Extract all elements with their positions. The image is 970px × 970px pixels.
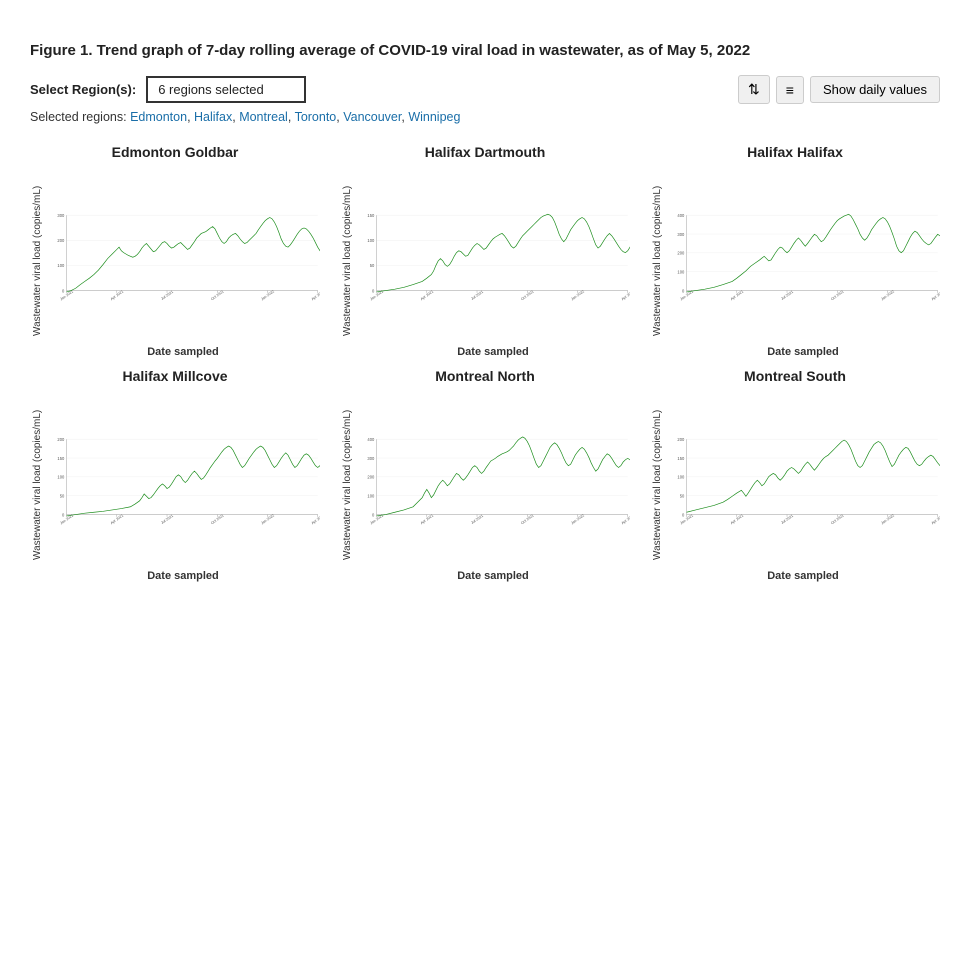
- svg-text:100: 100: [367, 494, 375, 499]
- region-link-halifax[interactable]: Halifax: [194, 110, 232, 124]
- select-region-label: Select Region(s):: [30, 82, 136, 97]
- chart-title-halifax-millcove: Halifax Millcove: [122, 368, 227, 384]
- chart-halifax-halifax: Halifax Halifax Wastewater viral load (co…: [650, 144, 940, 358]
- svg-text:200: 200: [57, 437, 65, 442]
- chart-montreal-south: Montreal South Wastewater viral load (cop…: [650, 368, 940, 582]
- svg-text:150: 150: [677, 456, 685, 461]
- sort-button[interactable]: ⇅: [738, 75, 770, 104]
- region-link-winnipeg[interactable]: Winnipeg: [408, 110, 460, 124]
- svg-text:200: 200: [677, 437, 685, 442]
- y-axis-label-edmonton-goldbar: Wastewater viral load (copies/mL): [30, 164, 46, 358]
- svg-text:100: 100: [367, 238, 375, 243]
- svg-text:300: 300: [57, 213, 65, 218]
- y-axis-label-montreal-north: Wastewater viral load (copies/mL): [340, 388, 356, 582]
- svg-text:200: 200: [367, 475, 375, 480]
- svg-text:150: 150: [367, 213, 375, 218]
- chart-svg-montreal-north: 4003002001000Jan 2021Apr 2021Jul 2021Oct…: [356, 388, 630, 568]
- svg-text:100: 100: [677, 270, 685, 275]
- chart-svg-edmonton-goldbar: 3002001000Jan 2021Apr 2021Jul 2021Oct 20…: [46, 164, 320, 344]
- svg-text:150: 150: [57, 456, 65, 461]
- chart-edmonton-goldbar: Edmonton Goldbar Wastewater viral load (c…: [30, 144, 320, 358]
- region-select-box[interactable]: 6 regions selected: [146, 76, 306, 103]
- chart-halifax-dartmouth: Halifax Dartmouth Wastewater viral load (…: [340, 144, 630, 358]
- svg-text:100: 100: [677, 475, 685, 480]
- x-axis-label-edmonton-goldbar: Date sampled: [46, 346, 320, 358]
- svg-text:50: 50: [680, 494, 685, 499]
- svg-text:300: 300: [367, 456, 375, 461]
- svg-text:300: 300: [677, 232, 685, 237]
- region-link-toronto[interactable]: Toronto: [295, 110, 337, 124]
- region-link-vancouver[interactable]: Vancouver: [343, 110, 401, 124]
- svg-text:100: 100: [57, 263, 65, 268]
- chart-title-halifax-dartmouth: Halifax Dartmouth: [425, 144, 546, 160]
- y-axis-label-halifax-millcove: Wastewater viral load (copies/mL): [30, 388, 46, 582]
- region-link-montreal[interactable]: Montreal: [239, 110, 288, 124]
- page-title: Figure 1. Trend graph of 7-day rolling a…: [30, 40, 940, 61]
- chart-svg-halifax-halifax: 4003002001000Jan 2021Apr 2021Jul 2021Oct…: [666, 164, 940, 344]
- svg-text:400: 400: [367, 437, 375, 442]
- x-axis-label-halifax-dartmouth: Date sampled: [356, 346, 630, 358]
- y-axis-label-halifax-dartmouth: Wastewater viral load (copies/mL): [340, 164, 356, 358]
- charts-grid: Edmonton Goldbar Wastewater viral load (c…: [30, 144, 940, 582]
- chart-svg-halifax-millcove: 200150100500Jan 2021Apr 2021Jul 2021Oct …: [46, 388, 320, 568]
- svg-text:400: 400: [677, 213, 685, 218]
- region-link-edmonton[interactable]: Edmonton: [130, 110, 187, 124]
- chart-svg-montreal-south: 200150100500Jan 2021Apr 2021Jul 2021Oct …: [666, 388, 940, 568]
- chart-title-edmonton-goldbar: Edmonton Goldbar: [112, 144, 239, 160]
- y-axis-label-montreal-south: Wastewater viral load (copies/mL): [650, 388, 666, 582]
- svg-text:200: 200: [677, 251, 685, 256]
- show-daily-button[interactable]: Show daily values: [810, 76, 940, 103]
- svg-text:200: 200: [57, 238, 65, 243]
- svg-text:50: 50: [60, 494, 65, 499]
- svg-text:50: 50: [370, 263, 375, 268]
- svg-text:100: 100: [57, 475, 65, 480]
- y-axis-label-halifax-halifax: Wastewater viral load (copies/mL): [650, 164, 666, 358]
- selected-regions-row: Selected regions: Edmonton, Halifax, Mon…: [30, 110, 940, 124]
- x-axis-label-halifax-halifax: Date sampled: [666, 346, 940, 358]
- menu-button[interactable]: ≡: [776, 76, 804, 104]
- x-axis-label-montreal-north: Date sampled: [356, 570, 630, 582]
- x-axis-label-montreal-south: Date sampled: [666, 570, 940, 582]
- chart-title-halifax-halifax: Halifax Halifax: [747, 144, 843, 160]
- chart-title-montreal-south: Montreal South: [744, 368, 846, 384]
- x-axis-label-halifax-millcove: Date sampled: [46, 570, 320, 582]
- chart-svg-halifax-dartmouth: 150100500Jan 2021Apr 2021Jul 2021Oct 202…: [356, 164, 630, 344]
- chart-montreal-north: Montreal North Wastewater viral load (cop…: [340, 368, 630, 582]
- chart-title-montreal-north: Montreal North: [435, 368, 535, 384]
- chart-halifax-millcove: Halifax Millcove Wastewater viral load (c…: [30, 368, 320, 582]
